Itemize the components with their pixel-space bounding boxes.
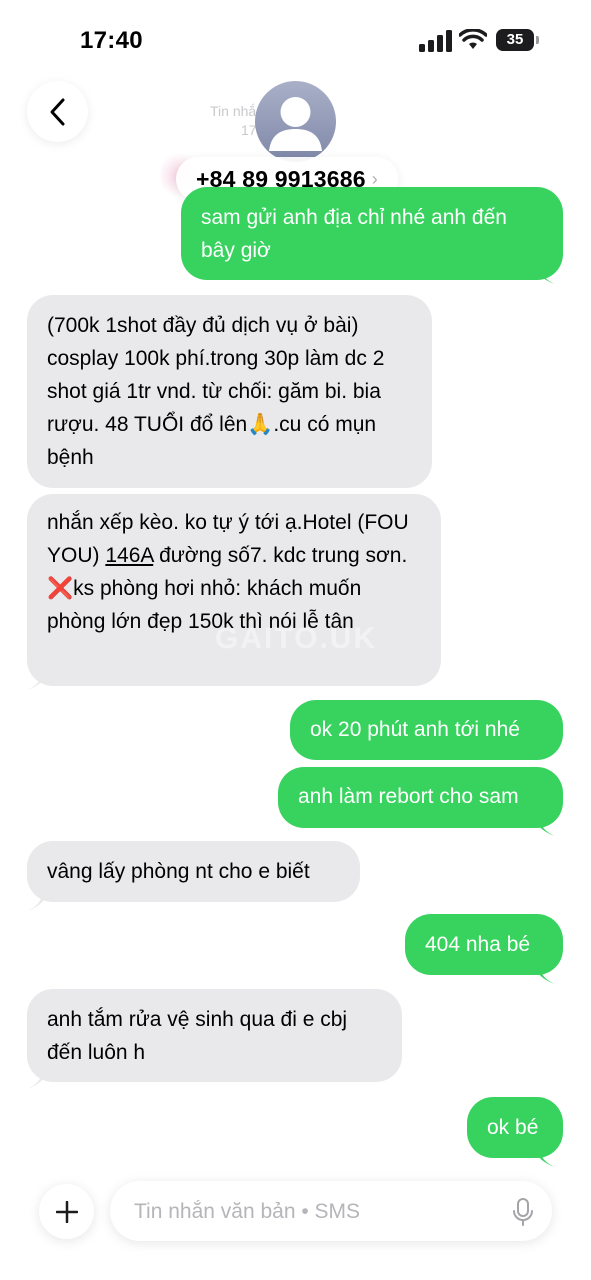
signal-icon — [419, 30, 452, 52]
bubble-tail — [533, 266, 555, 284]
bubble-tail — [27, 672, 49, 690]
wifi-icon — [459, 29, 487, 49]
message-text: sam gửi anh địa chỉ nhé anh đến bây giờ — [201, 206, 507, 262]
status-bar: 17:40 35 — [0, 0, 591, 80]
battery-icon: 35 — [496, 29, 540, 51]
message-text: anh tắm rửa vệ sinh qua đi e cbj đến luô… — [47, 1008, 348, 1064]
message-text: vâng lấy phòng nt cho e biết — [47, 860, 310, 883]
plus-icon — [55, 1200, 78, 1223]
battery-level: 35 — [496, 29, 534, 51]
message-text: anh làm rebort cho sam — [298, 785, 519, 808]
message-input[interactable] — [132, 1181, 496, 1243]
avatar[interactable] — [255, 81, 336, 162]
address-link[interactable]: 146A — [105, 544, 153, 567]
back-chevron-icon — [50, 98, 64, 125]
status-time: 17:40 — [80, 27, 143, 54]
message-bubble-incoming[interactable]: anh tắm rửa vệ sinh qua đi e cbj đến luô… — [27, 989, 402, 1082]
message-bubble-incoming[interactable]: (700k 1shot đầy đủ dịch vụ ở bài) cospla… — [27, 295, 432, 488]
bubble-tail — [533, 818, 555, 836]
message-composer[interactable] — [110, 1181, 552, 1243]
message-text: 404 nha bé — [425, 933, 531, 956]
message-bubble-incoming[interactable]: nhắn xếp kèo. ko tự ý tới ạ.Hotel (FOU Y… — [27, 494, 441, 686]
message-text: (700k 1shot đầy đủ dịch vụ ở bài) cospla… — [47, 314, 385, 469]
add-attachment-button[interactable] — [39, 1184, 94, 1239]
mic-icon[interactable] — [512, 1198, 534, 1226]
message-text: ok 20 phút anh tới nhé — [310, 718, 520, 741]
avatar-icon — [269, 97, 322, 151]
back-button[interactable] — [27, 81, 88, 142]
bubble-tail — [533, 1149, 555, 1167]
bubble-tail — [27, 1071, 49, 1089]
watermark: GAITO.UK — [215, 622, 378, 655]
message-bubble-incoming[interactable]: vâng lấy phòng nt cho e biết — [27, 841, 360, 902]
message-bubble-outgoing[interactable]: ok 20 phút anh tới nhé — [290, 700, 563, 760]
message-bubble-outgoing[interactable]: anh làm rebort cho sam — [278, 767, 563, 828]
bubble-tail — [27, 893, 49, 911]
bubble-tail — [533, 966, 555, 984]
message-text: ok bé — [487, 1116, 539, 1139]
message-bubble-outgoing[interactable]: sam gửi anh địa chỉ nhé anh đến bây giờ — [181, 187, 563, 280]
